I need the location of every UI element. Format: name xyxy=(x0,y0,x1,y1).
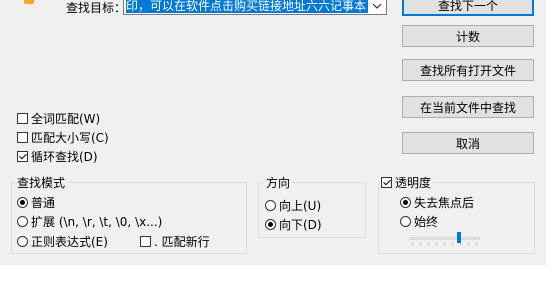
mode-normal-option[interactable]: 普通 xyxy=(17,194,55,211)
transparency-lose-focus-option[interactable]: 失去焦点后 xyxy=(400,194,474,211)
transparency-lose-focus-label: 失去焦点后 xyxy=(414,196,475,210)
dot-newline-option[interactable]: . 匹配新行 xyxy=(140,233,210,250)
wrap-around-label: 循环查找(D) xyxy=(31,150,98,164)
bottom-area xyxy=(0,265,552,286)
mode-normal-radio[interactable] xyxy=(17,197,28,208)
direction-down-option[interactable]: 向下(D) xyxy=(265,216,322,233)
direction-up-label: 向上(U) xyxy=(279,199,322,213)
dot-newline-checkbox[interactable] xyxy=(140,236,151,247)
mode-regex-label: 正则表达式(E) xyxy=(31,235,108,249)
count-button[interactable]: 计数 xyxy=(402,25,534,47)
window-edge xyxy=(546,0,552,265)
direction-down-radio[interactable] xyxy=(265,219,276,230)
transparency-slider-thumb[interactable] xyxy=(457,232,461,243)
find-next-button[interactable]: 查找下一个 xyxy=(402,0,534,16)
dot-newline-label: . 匹配新行 xyxy=(154,235,210,249)
transparency-always-option[interactable]: 始终 xyxy=(400,213,438,230)
whole-word-label: 全词匹配(W) xyxy=(31,112,101,126)
whole-word-checkbox[interactable] xyxy=(17,113,28,124)
direction-down-label: 向下(D) xyxy=(279,218,322,232)
direction-up-option[interactable]: 向上(U) xyxy=(265,197,321,214)
mode-extended-radio[interactable] xyxy=(17,216,28,227)
cancel-button[interactable]: 取消 xyxy=(402,132,534,154)
mode-regex-option[interactable]: 正则表达式(E) xyxy=(17,233,108,250)
transparency-title: 透明度 xyxy=(395,176,432,190)
direction-up-radio[interactable] xyxy=(265,200,276,211)
search-mode-title: 查找模式 xyxy=(15,174,68,191)
wrap-around-option[interactable]: 循环查找(D) xyxy=(17,148,98,165)
transparency-checkbox[interactable] xyxy=(381,177,392,188)
app-icon xyxy=(24,0,34,4)
match-case-label: 匹配大小写(C) xyxy=(31,131,109,145)
transparency-lose-focus-radio[interactable] xyxy=(400,197,411,208)
find-target-combobox[interactable]: 印，可以在软件点击购买链接地址六六记事本 xyxy=(123,0,387,15)
whole-word-option[interactable]: 全词匹配(W) xyxy=(17,110,100,127)
transparency-toggle[interactable]: 透明度 xyxy=(379,174,434,191)
find-in-current-file-button[interactable]: 在当前文件中查找 xyxy=(402,96,534,118)
find-dialog: 查找目标： 印，可以在软件点击购买链接地址六六记事本 查找下一个 计数 查找所有… xyxy=(0,0,546,265)
match-case-option[interactable]: 匹配大小写(C) xyxy=(17,129,109,146)
mode-extended-label: 扩展 (\n, \r, \t, \0, \x...) xyxy=(31,215,163,229)
find-all-open-files-button[interactable]: 查找所有打开文件 xyxy=(402,59,534,81)
transparency-always-label: 始终 xyxy=(414,215,439,229)
find-target-label: 查找目标： xyxy=(66,1,127,15)
chevron-down-icon[interactable] xyxy=(368,0,386,14)
transparency-slider-track[interactable] xyxy=(410,237,480,240)
match-case-checkbox[interactable] xyxy=(17,132,28,143)
mode-extended-option[interactable]: 扩展 (\n, \r, \t, \0, \x...) xyxy=(17,213,162,230)
find-target-value[interactable]: 印，可以在软件点击购买链接地址六六记事本 xyxy=(126,0,368,13)
direction-title: 方向 xyxy=(264,174,293,191)
transparency-always-radio[interactable] xyxy=(400,216,411,227)
mode-normal-label: 普通 xyxy=(31,196,56,210)
mode-regex-radio[interactable] xyxy=(17,236,28,247)
wrap-around-checkbox[interactable] xyxy=(17,151,28,162)
